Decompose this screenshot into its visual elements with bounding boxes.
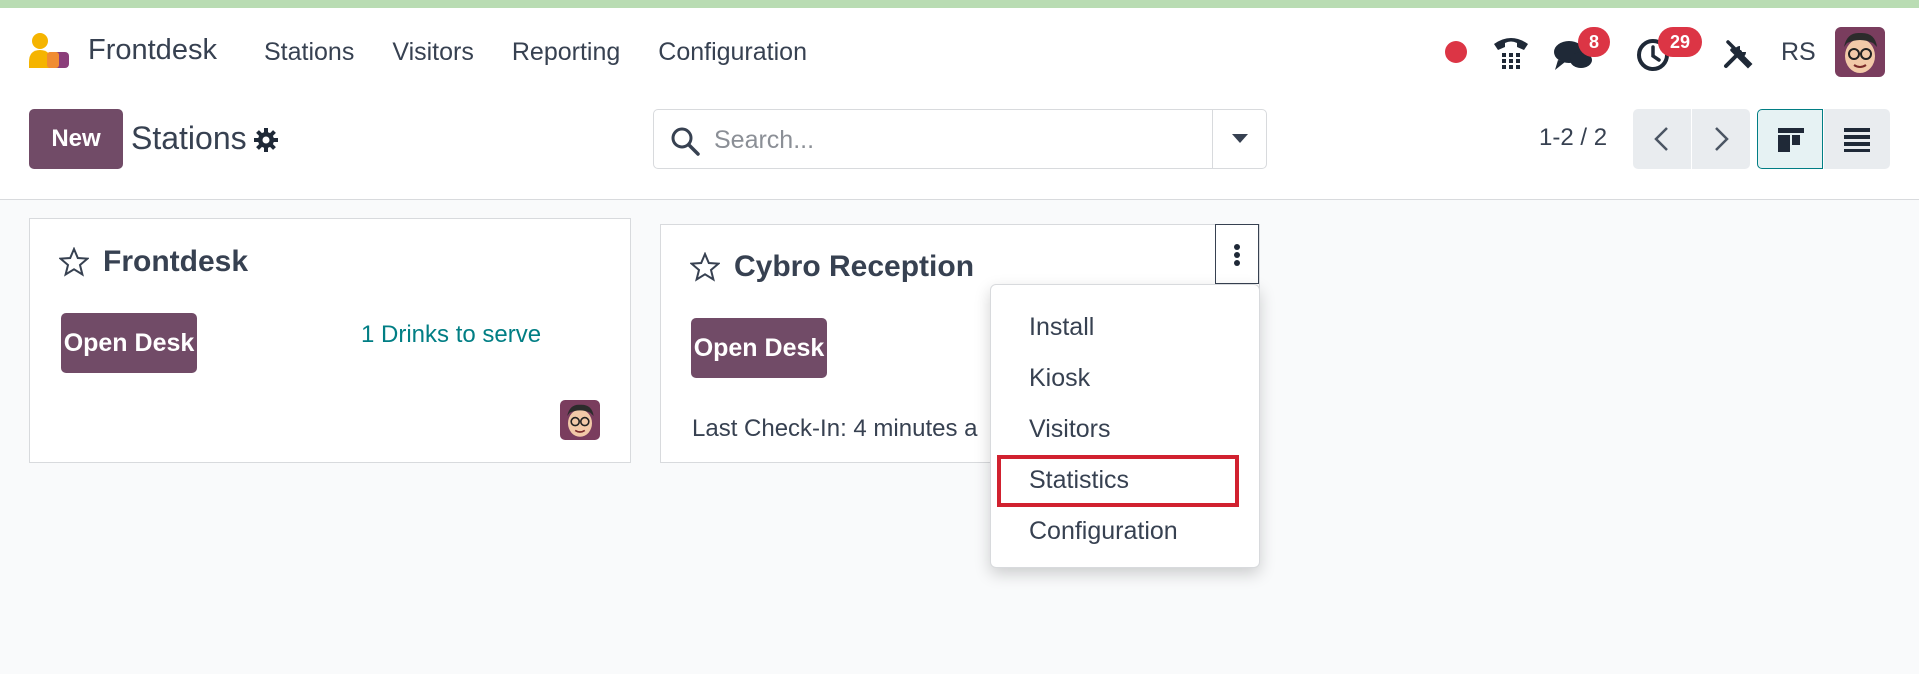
debug-tools-icon[interactable] [1722,38,1754,70]
chevron-left-icon [1654,127,1668,151]
chevron-right-icon [1715,127,1729,151]
pager-next-button[interactable] [1692,109,1750,169]
dropdown-item-kiosk[interactable]: Kiosk [1029,364,1090,393]
menu-stations[interactable]: Stations [264,38,354,67]
phone-icon[interactable] [1491,30,1531,74]
gear-icon[interactable] [253,127,279,153]
search-options-toggle[interactable] [1212,110,1266,168]
station-title: Cybro Reception [734,250,975,283]
last-checkin-text: Last Check-In: 4 minutes a [692,415,978,442]
kanban-view-icon [1778,128,1804,152]
card-menu-button[interactable] [1215,224,1259,284]
top-border-strip [0,0,1919,8]
menu-visitors[interactable]: Visitors [392,38,474,67]
top-menu: Stations Visitors Reporting Configuratio… [264,38,807,67]
activities-count-badge: 29 [1658,27,1702,57]
company-initials[interactable]: RS [1781,38,1816,67]
search-bar [653,109,1267,169]
menu-reporting[interactable]: Reporting [512,38,620,67]
list-view-button[interactable] [1824,109,1890,169]
kanban-view-button[interactable] [1757,109,1823,169]
open-desk-button[interactable]: Open Desk [691,318,827,378]
station-title: Frontdesk [103,245,249,278]
new-button[interactable]: New [29,109,123,169]
dropdown-item-configuration[interactable]: Configuration [1029,517,1178,546]
dropdown-item-install[interactable]: Install [1029,313,1094,342]
favorite-star-icon[interactable] [690,252,720,282]
app-name[interactable]: Frontdesk [88,34,217,67]
station-card-frontdesk[interactable]: Frontdesk Open Desk 1 Drinks to serve [29,218,631,463]
recording-indicator-icon[interactable] [1445,41,1467,63]
main-navbar: Frontdesk Stations Visitors Reporting Co… [0,8,1919,96]
dropdown-item-statistics[interactable]: Statistics [1029,466,1129,495]
pager-value[interactable]: 1-2 / 2 [1539,124,1607,152]
favorite-star-icon[interactable] [59,247,89,277]
open-desk-button[interactable]: Open Desk [61,313,197,373]
dropdown-item-visitors[interactable]: Visitors [1029,415,1111,444]
responsible-avatar[interactable] [560,400,600,440]
drinks-to-serve-link[interactable]: 1 Drinks to serve [361,321,541,349]
card-dropdown-menu: Install Kiosk Visitors Statistics Config… [990,284,1260,568]
search-icon [671,127,700,156]
pager-previous-button[interactable] [1633,109,1691,169]
breadcrumb-title: Stations [131,120,247,156]
frontdesk-app-icon[interactable] [27,32,71,72]
search-input[interactable] [714,122,1194,158]
messages-count-badge: 8 [1578,27,1610,57]
user-avatar[interactable] [1835,27,1885,77]
caret-down-icon [1232,134,1248,143]
list-view-icon [1844,128,1870,152]
control-panel: New Stations 1-2 / 2 [0,96,1919,200]
vertical-ellipsis-icon [1234,244,1240,266]
menu-configuration[interactable]: Configuration [658,38,807,67]
